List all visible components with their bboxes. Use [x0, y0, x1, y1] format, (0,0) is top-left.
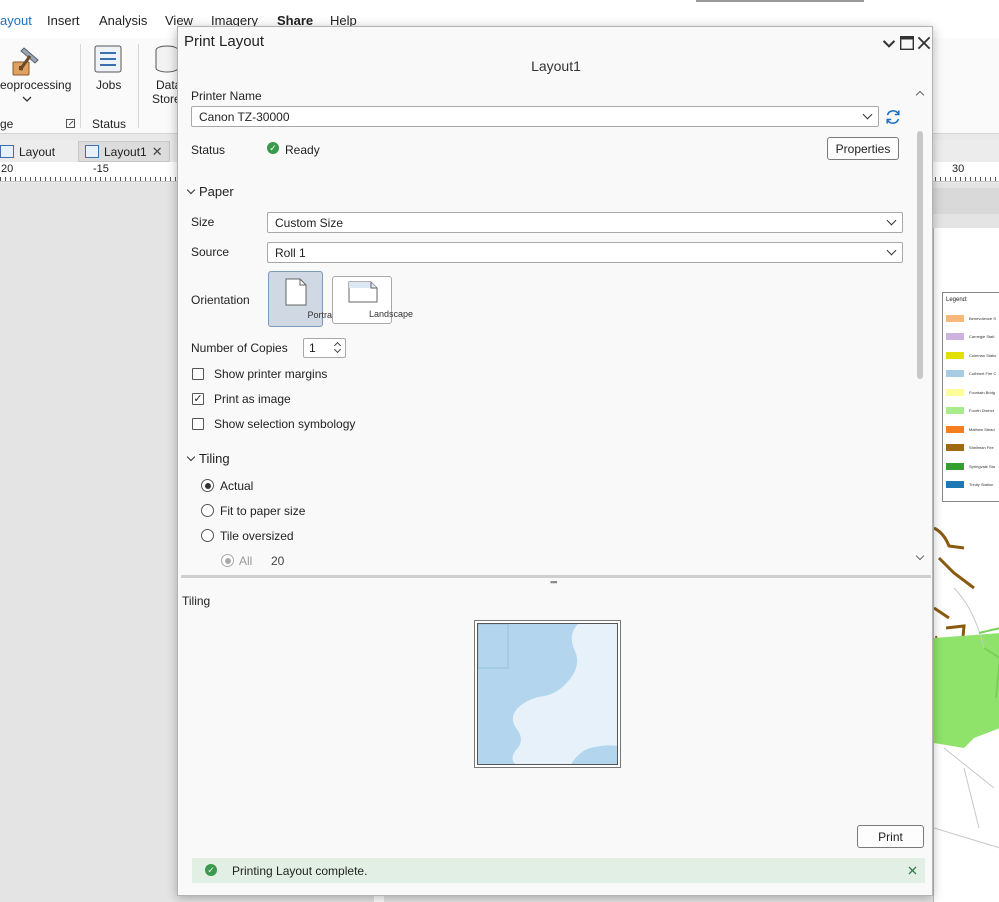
status-label: Status	[191, 143, 226, 157]
printer-name-label: Printer Name	[191, 89, 262, 103]
tiling-oversized-radio[interactable]	[201, 529, 214, 542]
source-label: Source	[191, 245, 230, 259]
chevron-down-icon	[886, 245, 897, 256]
chevron-down-icon[interactable]	[882, 37, 896, 51]
printer-select[interactable]: Canon TZ-30000	[191, 106, 879, 127]
printer-select-value: Canon TZ-30000	[199, 110, 290, 124]
splitter-grip-icon[interactable]: ▪▪▪	[550, 577, 558, 587]
tiling-all-radio	[221, 554, 234, 567]
check-circle-icon: ✓	[205, 864, 217, 876]
layout-name-heading: Layout1	[531, 58, 581, 74]
tab-layout[interactable]: Layout	[0, 141, 61, 162]
group-label-left: ge	[0, 117, 14, 131]
print-layout-dialog: Print Layout Layout1 Printer Name Canon …	[177, 26, 933, 896]
group-label-status: Status	[92, 117, 127, 131]
dialog-launcher-icon[interactable]	[66, 119, 75, 128]
menu-analysis[interactable]: Analysis	[99, 13, 147, 28]
landscape-page-icon	[348, 281, 378, 303]
size-label: Size	[191, 215, 215, 229]
jobs-button[interactable]: Jobs	[88, 38, 128, 108]
search-box-edge[interactable]	[696, 0, 864, 2]
tiling-actual-radio[interactable]	[201, 479, 214, 492]
ribbon-separator	[138, 44, 139, 128]
chevron-down-icon	[186, 452, 196, 462]
tab-layout1-label: Layout1	[104, 144, 147, 159]
copies-value: 1	[309, 341, 316, 355]
check-circle-icon: ✓	[267, 142, 279, 154]
copies-label: Number of Copies	[191, 341, 288, 355]
print-button[interactable]: Print	[857, 825, 924, 848]
geoprocessing-label: eoprocessing	[0, 78, 72, 92]
landscape-label: Landscape	[368, 309, 414, 319]
layout-map-page[interactable]: Legend: Benevolence S Carnegie Stati Col…	[933, 228, 999, 902]
canvas-band	[933, 188, 999, 214]
tiling-preview-label: Tiling	[182, 594, 211, 608]
menu-insert[interactable]: Insert	[47, 13, 80, 28]
portrait-page-icon	[285, 278, 307, 306]
status-value: Ready	[285, 143, 320, 157]
layout-icon	[85, 145, 99, 158]
map-features	[934, 526, 999, 849]
ruler-label: -15	[92, 163, 110, 175]
show-margins-label: Show printer margins	[214, 367, 328, 381]
show-selection-checkbox[interactable]	[192, 418, 204, 430]
source-select-value: Roll 1	[275, 246, 306, 260]
size-select[interactable]: Custom Size	[267, 212, 903, 233]
stepper-down-icon[interactable]	[333, 345, 342, 354]
tiling-preview	[474, 620, 621, 768]
geoprocessing-button[interactable]: eoprocessing	[0, 38, 72, 108]
ruler-label: 20	[0, 163, 15, 175]
menu-layout[interactable]: ayout	[0, 13, 32, 28]
chevron-down-icon	[862, 109, 873, 120]
chevron-down-icon	[186, 185, 196, 195]
tiling-fit-radio[interactable]	[201, 504, 214, 517]
chevron-down-icon	[886, 215, 897, 226]
jobs-label: Jobs	[96, 78, 122, 92]
refresh-icon[interactable]	[883, 107, 903, 127]
jobs-icon	[94, 45, 122, 73]
tiling-section-header[interactable]: Tiling	[186, 451, 230, 466]
orientation-label: Orientation	[191, 293, 250, 307]
data-store-button[interactable]: Data Store	[148, 38, 181, 108]
tiling-all-value: 20	[271, 554, 285, 568]
tab-layout1[interactable]: Layout1 ✕	[78, 141, 170, 162]
notification-bar: ✓ Printing Layout complete.	[192, 858, 925, 883]
tiling-section-label: Tiling	[199, 451, 230, 466]
close-icon[interactable]	[908, 866, 917, 875]
paper-section-label: Paper	[199, 184, 234, 199]
ribbon-separator	[80, 44, 81, 128]
copies-stepper[interactable]: 1	[303, 338, 346, 358]
properties-button[interactable]: Properties	[827, 137, 899, 160]
print-as-image-label: Print as image	[214, 392, 291, 406]
preview-map-shapes	[478, 624, 617, 764]
maximize-icon[interactable]	[900, 36, 914, 50]
chevron-down-icon	[22, 96, 32, 102]
scroll-down-icon[interactable]	[915, 551, 925, 561]
tiling-preview-map	[477, 623, 618, 765]
scrollbar-thumb[interactable]	[917, 131, 923, 379]
tiling-actual-label: Actual	[220, 479, 254, 493]
paper-section-header[interactable]: Paper	[186, 184, 234, 199]
tiling-fit-label: Fit to paper size	[220, 504, 306, 518]
layout-icon	[0, 145, 14, 158]
show-margins-checkbox[interactable]	[192, 368, 204, 380]
landscape-button[interactable]: Landscape	[332, 276, 413, 324]
close-icon[interactable]	[917, 36, 931, 50]
close-icon[interactable]: ✕	[152, 144, 163, 160]
ruler-label: 30	[951, 163, 966, 175]
tiling-oversized-label: Tile oversized	[220, 529, 294, 543]
tiling-all-label: All	[239, 554, 253, 568]
dialog-title: Print Layout	[184, 33, 265, 50]
tab-layout-label: Layout	[19, 144, 56, 159]
show-selection-label: Show selection symbology	[214, 417, 356, 431]
size-select-value: Custom Size	[275, 216, 344, 230]
print-as-image-checkbox[interactable]: ✓	[192, 393, 204, 405]
source-select[interactable]: Roll 1	[267, 242, 903, 263]
notification-text: Printing Layout complete.	[232, 864, 368, 878]
portrait-button[interactable]: Portrait	[268, 271, 337, 327]
hammer-icon	[12, 47, 39, 76]
settings-scrollbar[interactable]	[914, 89, 927, 565]
scroll-up-icon[interactable]	[915, 90, 925, 100]
